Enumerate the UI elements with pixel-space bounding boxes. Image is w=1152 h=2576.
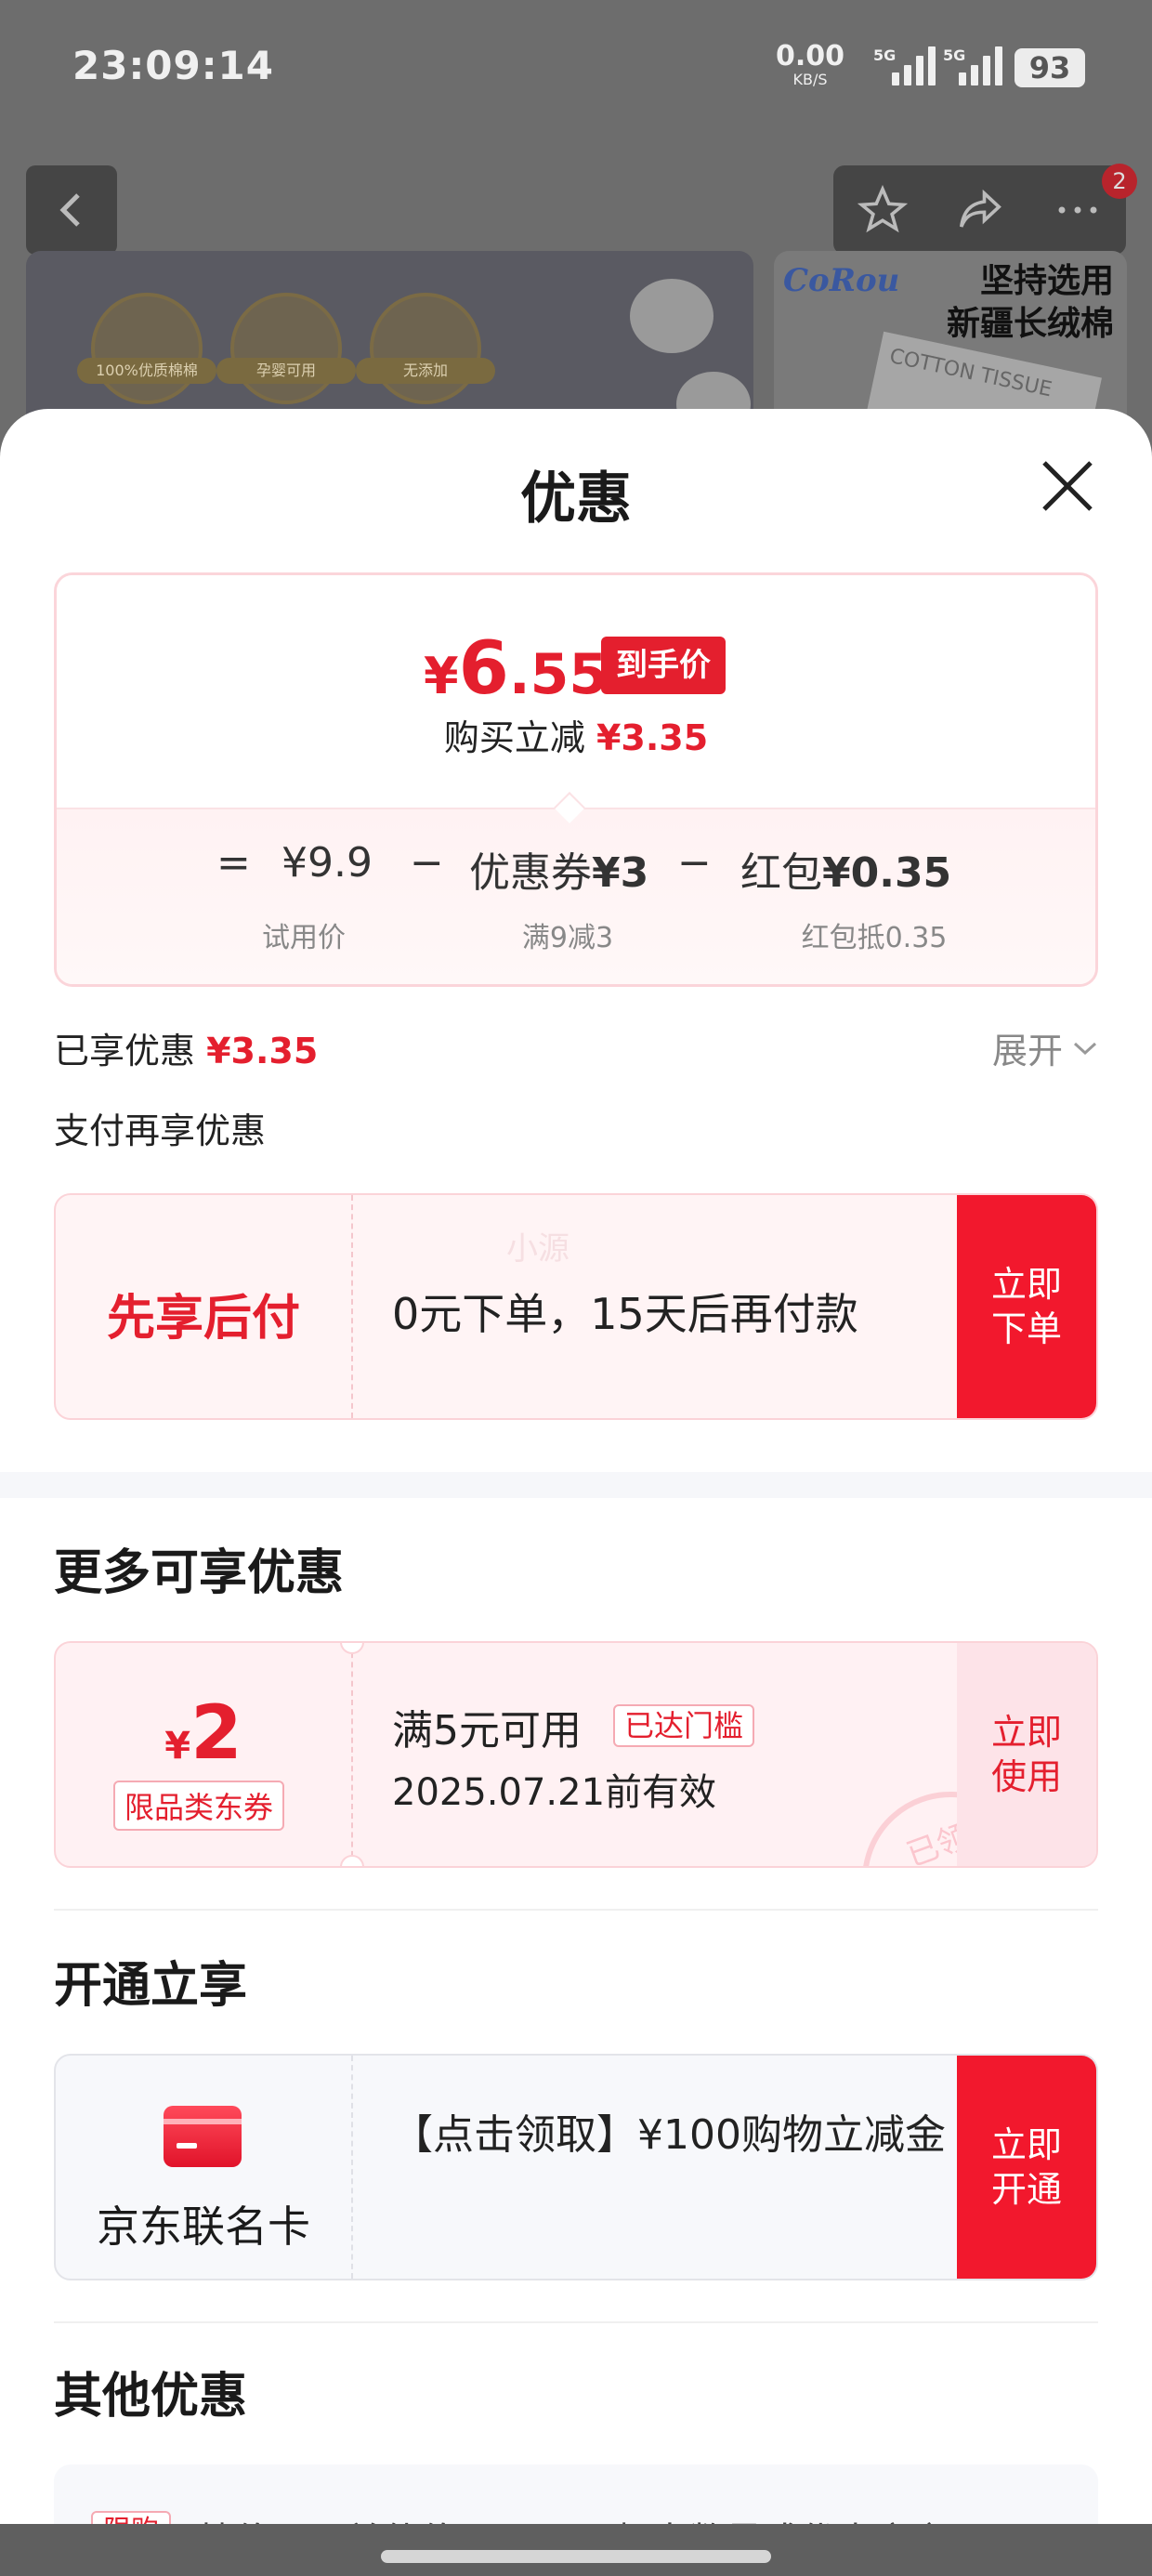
chevron-left-icon — [59, 193, 80, 227]
final-price-currency: ¥ — [424, 647, 459, 705]
enjoyed-discount-value: ¥3.35 — [206, 1031, 319, 1071]
coupon-number: 2 — [190, 1689, 242, 1776]
battery-icon: 93 — [1015, 48, 1085, 87]
more-dots-icon — [1058, 206, 1096, 214]
hongbao-value: ¥0.35 — [822, 849, 952, 897]
chip-label: 无添加 — [356, 358, 495, 384]
close-button[interactable] — [1039, 457, 1096, 515]
section-divider — [54, 1909, 1098, 1911]
final-price-decimal: .55 — [508, 642, 609, 707]
coupon-card[interactable]: ¥2 限品类东券 满5元可用 已达门槛 2025.07.21前有效 已领 立即 … — [54, 1641, 1098, 1868]
share-button[interactable] — [931, 165, 1028, 255]
threshold-badge: 已达门槛 — [613, 1704, 755, 1747]
hongbao-amount: 红包¥0.35 — [740, 839, 951, 899]
enjoyed-discount: 已享优惠 ¥3.35 — [54, 1022, 318, 1073]
trial-price: ¥9.9 — [281, 839, 373, 887]
baby-chip-icon — [230, 293, 342, 404]
chip-label: 孕婴可用 — [216, 358, 356, 384]
open-now-line2: 开通 — [990, 2169, 1062, 2210]
direct-cut-label: 购买立减 — [443, 717, 585, 758]
coupon-condition: 满9减3 — [521, 922, 614, 954]
status-bar: 23:09:14 0.00 KB/S 5G 5G 93 — [0, 0, 1152, 139]
top-toolbar — [833, 165, 1126, 255]
cobrand-description: 【点击领取】¥100购物立减金 — [392, 2111, 946, 2159]
home-indicator[interactable] — [381, 2550, 771, 2563]
sheet-title: 优惠 — [520, 467, 632, 532]
coupon-amount-value: ¥3 — [592, 849, 649, 897]
network-speed-unit: KB/S — [792, 71, 828, 88]
coupon-condition-text: 满5元可用 — [392, 1707, 582, 1755]
hongbao-label: 红包 — [740, 849, 822, 897]
star-icon — [857, 185, 908, 233]
pay-again-label: 支付再享优惠 — [54, 1111, 267, 1151]
favorite-button[interactable] — [833, 165, 931, 255]
coupon-amount-label: 优惠券 — [469, 849, 592, 897]
share-icon — [959, 189, 1001, 228]
banner-slogan: 坚持选用 新疆长绒棉 — [947, 260, 1114, 346]
minus-sign: − — [410, 839, 444, 887]
open-section-title: 开通立享 — [54, 1958, 248, 2014]
order-now-button[interactable]: 立即 下单 — [957, 1195, 1096, 1418]
more-offers-title: 更多可享优惠 — [54, 1545, 345, 1601]
network-speed: 0.00 KB/S — [776, 43, 844, 87]
direct-cut: 购买立减 ¥3.35 — [57, 709, 1095, 760]
order-now-line1: 立即 — [990, 1264, 1062, 1305]
back-button[interactable] — [26, 165, 117, 255]
cobrand-name: 京东联名卡 — [97, 2201, 310, 2252]
banner-slogan-line2: 新疆长绒棉 — [946, 305, 1114, 343]
minus-sign: − — [677, 839, 712, 887]
watermark: 小源 — [506, 1230, 569, 1268]
close-icon — [1042, 461, 1093, 511]
trial-price-label: 试用价 — [262, 922, 346, 954]
expand-button[interactable]: 展开 — [992, 1022, 1098, 1073]
bnpl-description: 0元下单，15天后再付款 — [392, 1289, 858, 1339]
use-now-line2: 使用 — [990, 1756, 1062, 1797]
banner-slogan-line1: 坚持选用 — [979, 262, 1114, 300]
coupon-value: ¥2 — [56, 1689, 351, 1776]
final-price-tag: 到手价 — [601, 637, 726, 694]
other-offers-title: 其他优惠 — [54, 2369, 248, 2425]
status-time: 23:09:14 — [72, 43, 274, 88]
final-price: ¥6.55 — [424, 627, 608, 711]
use-now-button[interactable]: 立即 使用 — [957, 1643, 1096, 1866]
direct-cut-value: ¥3.35 — [596, 717, 709, 758]
coupon-validity: 2025.07.21前有效 — [392, 1771, 717, 1814]
open-now-line1: 立即 — [990, 2124, 1062, 2165]
coupon-currency: ¥ — [164, 1725, 191, 1768]
signal-bars-icon — [959, 46, 1002, 85]
final-price-integer: 6 — [458, 627, 509, 711]
bnpl-card[interactable]: 先享后付 小源 0元下单，15天后再付款 立即 下单 — [54, 1193, 1098, 1420]
cobrand-card[interactable]: 京东联名卡 【点击领取】¥100购物立减金 立即 开通 — [54, 2054, 1098, 2280]
chevron-down-icon — [1073, 1042, 1097, 1055]
network-speed-value: 0.00 — [776, 40, 845, 72]
use-now-line1: 立即 — [990, 1712, 1062, 1753]
signal-bars-icon — [892, 46, 936, 85]
coupon-amount: 优惠券¥3 — [469, 839, 648, 899]
hongbao-note: 红包抵0.35 — [801, 922, 948, 954]
discount-sheet: 优惠 ¥6.55 到手价 购买立减 ¥3.35 = ¥9.9 试用价 − 优惠券… — [0, 409, 1152, 2576]
equals-sign: = — [216, 839, 251, 887]
credit-card-icon — [164, 2106, 242, 2167]
price-summary-card: ¥6.55 到手价 购买立减 ¥3.35 = ¥9.9 试用价 − 优惠券¥3 … — [54, 572, 1098, 987]
flask-chip-icon — [370, 293, 481, 404]
bnpl-name: 先享后付 — [106, 1291, 300, 1347]
expand-label: 展开 — [991, 1031, 1063, 1071]
open-now-button[interactable]: 立即 开通 — [957, 2056, 1096, 2279]
enjoyed-discount-label: 已享优惠 — [54, 1031, 196, 1071]
cotton-chip-icon — [91, 293, 203, 404]
section-divider — [54, 2321, 1098, 2323]
notification-badge: 2 — [1102, 164, 1137, 199]
coupon-type: 限品类东券 — [113, 1781, 285, 1831]
cotton-image — [630, 279, 713, 353]
brand-logo: CoRou — [783, 262, 900, 299]
order-now-line2: 下单 — [990, 1308, 1062, 1349]
chip-label: 100%优质棉棉 — [77, 358, 216, 384]
